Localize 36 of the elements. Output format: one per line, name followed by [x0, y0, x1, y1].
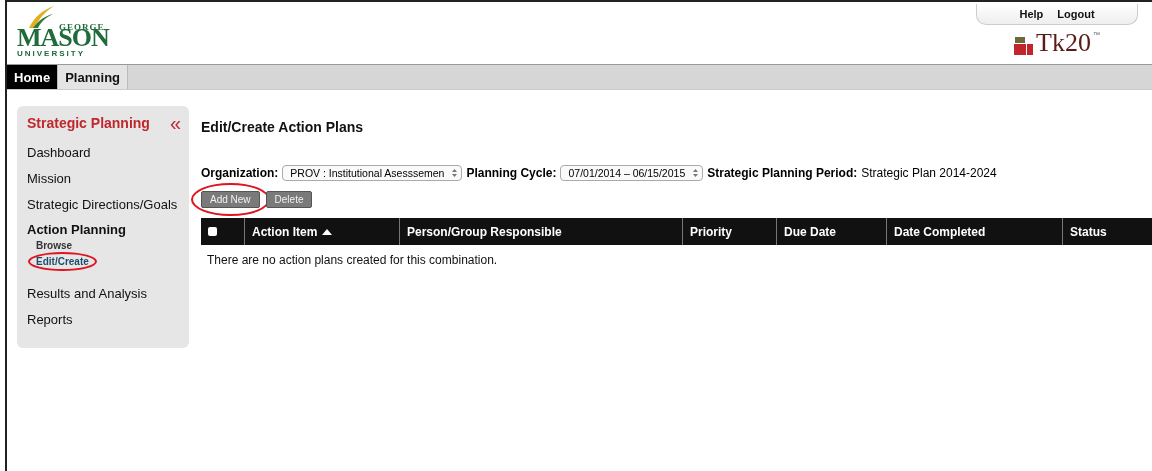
action-button[interactable]: Add New [201, 191, 260, 208]
nav-tab[interactable]: Home [7, 65, 59, 89]
stepper-icon [452, 169, 458, 177]
page-title: Edit/Create Action Plans [201, 119, 365, 135]
sidebar-heading: Action Planning [27, 222, 126, 237]
organization-label: Organization: [201, 166, 279, 180]
apple-icon [1014, 37, 1035, 55]
header-link[interactable]: Logout [1057, 8, 1095, 20]
column-header[interactable]: Date Completed [886, 218, 1062, 245]
column-header[interactable]: Person/Group Responsible [399, 218, 682, 245]
period-value: Strategic Plan 2014-2024 [861, 166, 997, 180]
leaf-icon [27, 6, 55, 28]
select-all-checkbox[interactable] [208, 227, 217, 236]
nav-tab[interactable]: Planning [58, 65, 128, 89]
sidebar-item[interactable]: Strategic Directions/Goals [27, 197, 189, 212]
sidebar-item[interactable]: Dashboard [27, 145, 189, 160]
period-label: Strategic Planning Period: [707, 166, 858, 180]
column-header[interactable]: Status [1062, 218, 1152, 245]
collapse-button[interactable]: « [169, 114, 181, 132]
empty-message: There are no action plans created for this combination. [207, 253, 499, 267]
sidebar-subitem[interactable]: Browse [36, 240, 73, 251]
header-link[interactable]: Help [1019, 8, 1044, 20]
column-header[interactable]: Due Date [776, 218, 886, 245]
action-button[interactable]: Delete [265, 191, 313, 208]
sidebar-item[interactable]: Results and Analysis [27, 286, 189, 301]
sidebar-title: Strategic Planning [27, 115, 150, 131]
cycle-select[interactable]: 07/01/2014 – 06/15/2015 [560, 165, 704, 181]
stepper-icon [693, 169, 699, 177]
sidebar-subitem[interactable]: Edit/Create [36, 256, 89, 267]
column-header[interactable]: Priority [682, 218, 776, 245]
sidebar-item[interactable]: Mission [27, 171, 189, 186]
column-header[interactable]: Action Item [244, 218, 399, 245]
sidebar-item[interactable]: Reports [27, 312, 189, 327]
brand-name: Tk20 [1036, 31, 1091, 55]
organization-select[interactable]: PROV : Institutional Asesssemen [282, 165, 463, 181]
cycle-label: Planning Cycle: [466, 166, 557, 180]
